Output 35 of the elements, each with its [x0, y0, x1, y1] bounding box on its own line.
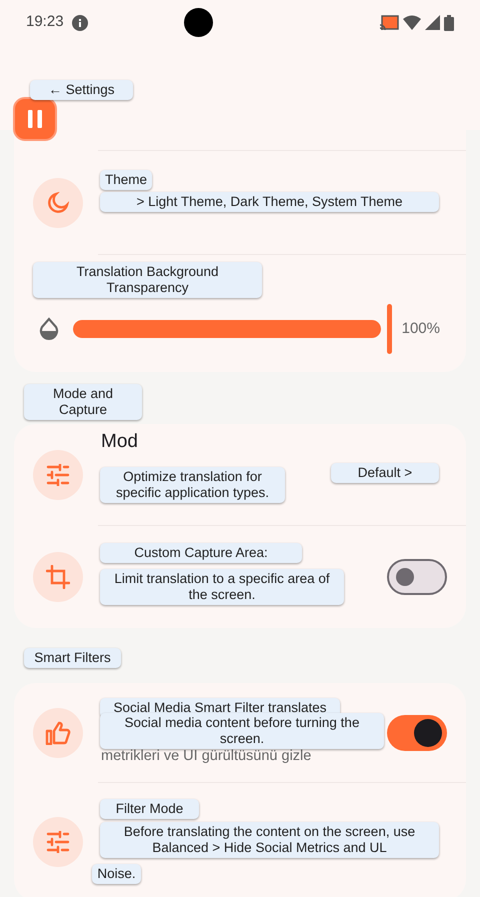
pause-button[interactable] [13, 97, 57, 141]
translation-overlay: Custom Capture Area: [100, 543, 302, 564]
setting-description: metrikleri ve UI gürültüsünü gizle [101, 747, 312, 766]
translation-overlay: Filter Mode [100, 799, 199, 820]
drop-icon [39, 317, 59, 341]
toggle-switch[interactable] [387, 714, 447, 750]
translation-overlay: > Light Theme, Dark Theme, System Theme [100, 192, 439, 212]
sliders-icon [33, 450, 83, 500]
info-icon [72, 14, 88, 30]
clock: 19:23 [26, 12, 64, 32]
signal-icon [425, 15, 440, 30]
toggle-switch[interactable] [387, 559, 447, 595]
thumbs-up-icon [33, 708, 83, 758]
translation-overlay: Before translating the content on the screen, use Balanced > Hide Social Metrics and UL [100, 822, 439, 858]
translation-overlay: Optimize translation for specific application types. [100, 467, 285, 504]
translation-overlay: Noise. [92, 864, 141, 884]
translation-overlay: Smart Filters [24, 648, 121, 668]
wifi-icon [403, 15, 421, 30]
translation-overlay: Limit translation to a specific area of the screen. [100, 569, 344, 606]
cast-icon [379, 14, 399, 30]
crop-icon [33, 552, 83, 602]
camera-cutout [184, 8, 213, 37]
battery-icon [444, 14, 454, 30]
translation-overlay: Mode and Capture [24, 384, 142, 420]
setting-title: Mod [101, 430, 139, 454]
pause-icon [27, 110, 43, 128]
sliders-icon [33, 817, 83, 867]
transparency-slider[interactable] [73, 304, 392, 354]
moon-icon [33, 178, 83, 228]
translation-overlay: Theme [100, 170, 152, 190]
slider-reading: 100% [402, 318, 440, 339]
translation-overlay: Translation Background Transparency [33, 262, 262, 298]
translation-overlay: ← Settings [30, 80, 133, 100]
translation-overlay: Default > [331, 463, 439, 484]
translation-overlay: Social media content before turning the screen. [100, 713, 384, 750]
